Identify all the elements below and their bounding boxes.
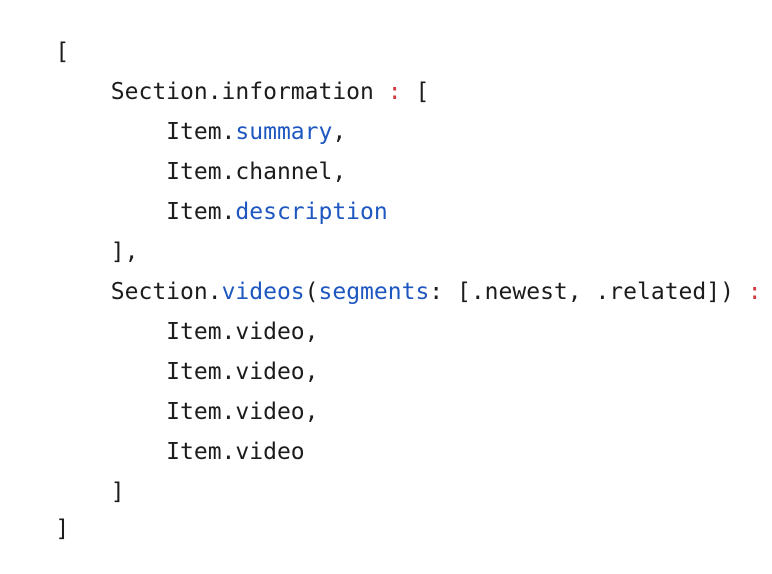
code-line: [	[0, 7, 69, 65]
code-token-identifier: description	[235, 199, 388, 225]
code-line: Item.video,	[0, 287, 318, 345]
code-line: Section.videos(segments: [.newest, .rela…	[0, 247, 772, 305]
code-line: Item.video,	[0, 367, 318, 425]
code-token-identifier: segments	[318, 279, 430, 305]
code-token: [	[762, 279, 772, 305]
code-line: Item.description	[0, 167, 388, 225]
code-line: Item.video	[0, 407, 304, 465]
code-token-operator: :	[747, 279, 762, 305]
code-token-operator: :	[387, 79, 402, 105]
code-line: Section.information : [	[0, 47, 430, 105]
code-line: ]	[0, 484, 69, 542]
code-line: Item.channel,	[0, 127, 346, 185]
code-line: Item.video,	[0, 327, 318, 385]
code-block: [ Section.information : [ Item.summary, …	[0, 0, 772, 542]
code-token: [	[401, 79, 430, 105]
code-token: : [.newest, .related])	[429, 279, 748, 305]
code-line: ],	[0, 207, 139, 265]
code-line: ]	[0, 447, 125, 505]
code-line: Item.summary,	[0, 87, 346, 145]
